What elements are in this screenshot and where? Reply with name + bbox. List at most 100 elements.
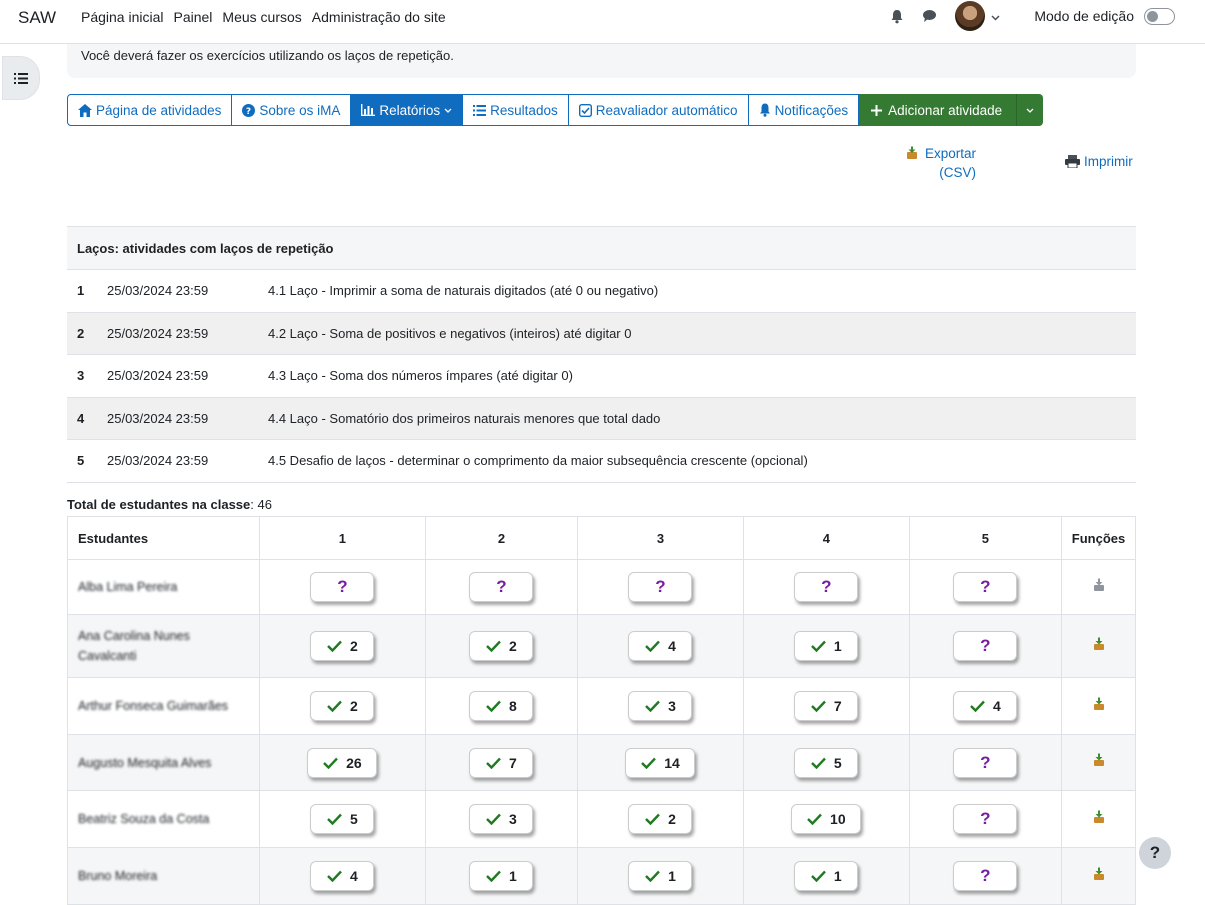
submission-count-button[interactable]: 3: [469, 804, 534, 834]
not-submitted-button[interactable]: ?: [794, 572, 859, 602]
submission-count-button[interactable]: 1: [794, 631, 859, 661]
check-icon: [645, 640, 660, 652]
column-header-students[interactable]: Estudantes: [67, 516, 260, 560]
user-avatar[interactable]: [955, 1, 986, 31]
functions-cell: [1061, 790, 1136, 848]
result-cell: 5: [742, 734, 910, 791]
course-index-drawer-toggle[interactable]: [2, 56, 40, 100]
submission-count-button[interactable]: 1: [794, 861, 859, 891]
not-submitted-button[interactable]: ?: [953, 804, 1018, 834]
submission-count-button[interactable]: 1: [628, 861, 693, 891]
submission-count-button[interactable]: 7: [469, 747, 534, 778]
submission-count-button[interactable]: 8: [469, 691, 534, 721]
notifications-bell-icon[interactable]: [887, 6, 907, 26]
functions-cell: [1061, 847, 1136, 905]
submission-count-button[interactable]: 10: [791, 804, 862, 834]
activity-title[interactable]: 4.4 Laço - Somatório dos primeiros natur…: [258, 397, 1136, 440]
tab-notifications[interactable]: Notificações: [748, 94, 860, 126]
submission-count-button[interactable]: 4: [953, 691, 1018, 721]
download-submissions-icon[interactable]: [1093, 578, 1105, 595]
activities-table-header: Laços: atividades com laços de repetição: [67, 226, 1136, 270]
check-icon: [486, 870, 501, 882]
submission-count-button[interactable]: 5: [310, 804, 375, 834]
download-submissions-icon[interactable]: [1093, 637, 1105, 654]
add-activity-button[interactable]: Adicionar atividade: [859, 94, 1044, 126]
submission-count-button[interactable]: 2: [628, 804, 693, 834]
student-name-cell: Alba Lima Pereira: [67, 559, 260, 615]
edit-mode-toggle[interactable]: [1144, 7, 1175, 25]
download-submissions-icon[interactable]: [1093, 867, 1105, 884]
column-header-activity-3[interactable]: 3: [577, 516, 744, 560]
check-icon: [327, 640, 342, 652]
help-button[interactable]: ?: [1139, 837, 1171, 869]
list-icon: [14, 72, 28, 84]
tab-activities-page[interactable]: Página de atividades: [67, 94, 233, 126]
activity-number: 2: [67, 312, 97, 355]
check-icon: [486, 813, 501, 825]
ima-tab-bar: Página de atividades ? Sobre os iMA Rela…: [67, 94, 1044, 126]
table-row: 1 25/03/2024 23:59 4.1 Laço - Imprimir a…: [67, 269, 1136, 313]
top-navbar: SAW Página inicial Painel Meus cursos Ad…: [0, 0, 1205, 44]
print-link[interactable]: Imprimir: [1065, 154, 1133, 169]
question-mark: ?: [496, 577, 507, 596]
submission-count-button[interactable]: 4: [628, 631, 693, 661]
download-submissions-icon[interactable]: [1093, 753, 1105, 770]
column-header-activity-5[interactable]: 5: [908, 516, 1063, 560]
tab-auto-reevaluator[interactable]: Reavaliador automático: [568, 94, 749, 126]
nav-site-admin[interactable]: Administração do site: [312, 9, 446, 25]
nav-dashboard[interactable]: Painel: [174, 9, 213, 25]
student-name-cell: Ana Carolina Nunes Cavalcanti: [67, 614, 260, 678]
not-submitted-button[interactable]: ?: [310, 572, 375, 602]
submission-count-button[interactable]: 4: [310, 861, 375, 891]
tab-about-ima[interactable]: ? Sobre os iMA: [232, 94, 352, 126]
not-submitted-button[interactable]: ?: [469, 572, 534, 602]
download-submissions-icon[interactable]: [1093, 810, 1105, 827]
site-brand[interactable]: SAW: [18, 8, 56, 28]
submission-count-button[interactable]: 5: [794, 747, 859, 778]
submission-count-button[interactable]: 2: [310, 631, 375, 661]
activity-date: 25/03/2024 23:59: [97, 269, 258, 313]
activity-number: 3: [67, 354, 97, 398]
submission-count-button[interactable]: 3: [628, 691, 693, 721]
nav-my-courses[interactable]: Meus cursos: [222, 9, 301, 25]
activity-title[interactable]: 4.1 Laço - Imprimir a soma de naturais d…: [258, 269, 1136, 313]
result-cell: ?: [424, 559, 579, 615]
table-row: 3 25/03/2024 23:59 4.3 Laço - Soma dos n…: [67, 354, 1136, 398]
submission-count-button[interactable]: 2: [469, 631, 534, 661]
tab-results[interactable]: Resultados: [463, 94, 569, 126]
add-activity-main[interactable]: Adicionar atividade: [859, 94, 1016, 126]
user-menu-chevron-down-icon[interactable]: [991, 8, 1000, 24]
download-submissions-icon[interactable]: [1093, 697, 1105, 714]
submission-count: 3: [509, 811, 517, 827]
plus-icon: [871, 104, 883, 116]
tab-reports[interactable]: Relatórios: [351, 94, 464, 126]
column-header-activity-2[interactable]: 2: [424, 516, 579, 560]
result-cell: 4: [259, 847, 426, 905]
result-cell: 1: [742, 847, 910, 905]
nav-home[interactable]: Página inicial: [81, 9, 164, 25]
add-activity-dropdown[interactable]: [1016, 94, 1043, 126]
column-header-activity-4[interactable]: 4: [742, 516, 910, 560]
result-cell: 1: [742, 614, 910, 678]
not-submitted-button[interactable]: ?: [953, 572, 1018, 602]
not-submitted-button[interactable]: ?: [628, 572, 693, 602]
submission-count-button[interactable]: 14: [625, 747, 696, 778]
not-submitted-button[interactable]: ?: [953, 747, 1018, 778]
check-icon: [811, 640, 826, 652]
export-csv-link[interactable]: Exportar (CSV): [906, 144, 976, 182]
messages-chat-icon[interactable]: [919, 6, 939, 26]
activity-title[interactable]: 4.5 Desafio de laços - determinar o comp…: [258, 439, 1136, 483]
submission-count-button[interactable]: 1: [469, 861, 534, 891]
check-icon: [645, 870, 660, 882]
activity-title[interactable]: 4.2 Laço - Soma de positivos e negativos…: [258, 312, 1136, 355]
submission-count-button[interactable]: 26: [307, 747, 378, 778]
student-name: Arthur Fonseca Guimarães: [78, 699, 229, 713]
result-cell: 8: [424, 677, 579, 735]
activity-title[interactable]: 4.3 Laço - Soma dos números ímpares (até…: [258, 354, 1136, 398]
column-header-activity-1[interactable]: 1: [259, 516, 426, 560]
submission-count-button[interactable]: 2: [310, 691, 375, 721]
submission-count-button[interactable]: 7: [794, 691, 859, 721]
bell-icon: [759, 103, 770, 117]
not-submitted-button[interactable]: ?: [953, 631, 1018, 661]
not-submitted-button[interactable]: ?: [953, 861, 1018, 891]
